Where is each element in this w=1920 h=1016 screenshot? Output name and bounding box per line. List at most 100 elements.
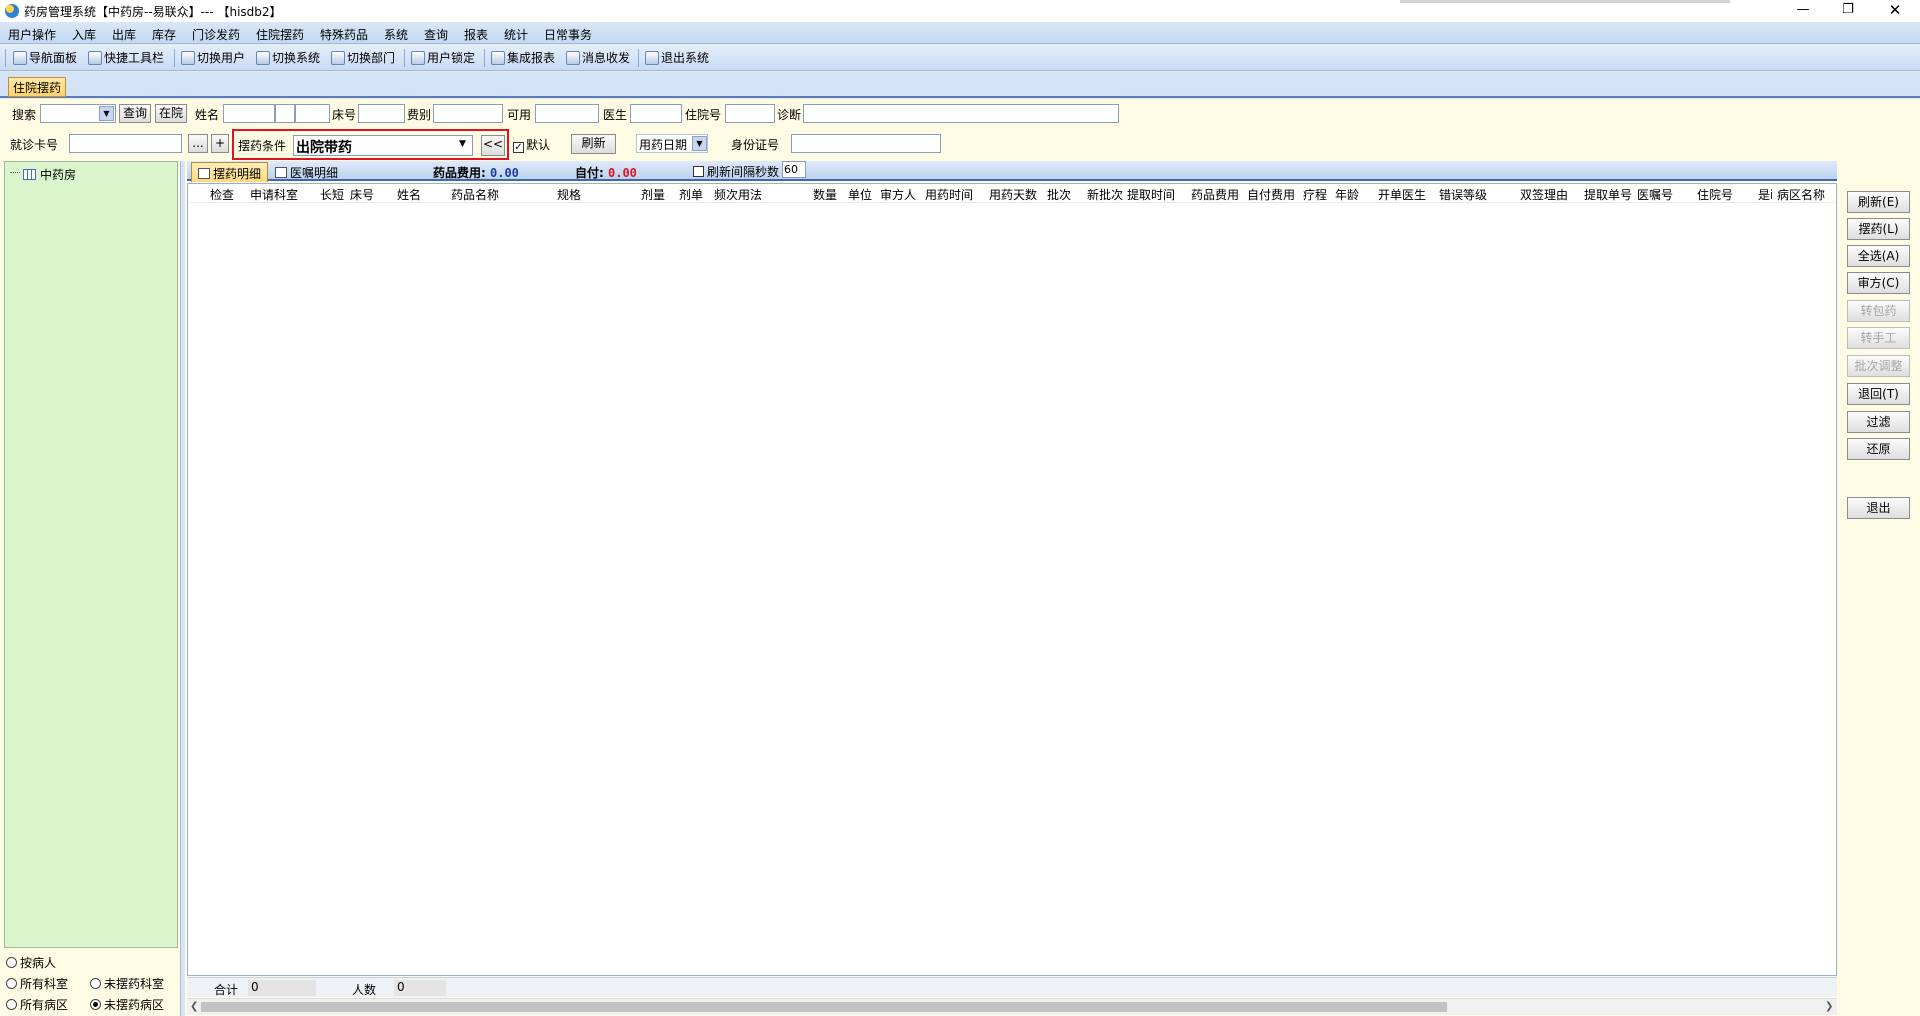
col-header[interactable]: 批次 bbox=[1047, 186, 1071, 203]
col-header[interactable]: 床号 bbox=[350, 186, 374, 203]
col-header[interactable]: 药品名称 bbox=[451, 186, 499, 203]
tab-dispense-detail[interactable]: 摆药明细 bbox=[191, 162, 269, 182]
scroll-right-icon[interactable]: ❯ bbox=[1825, 999, 1833, 1015]
scroll-left-icon[interactable]: ❮ bbox=[190, 999, 198, 1015]
col-header[interactable]: 自付费用 bbox=[1247, 186, 1295, 203]
dispense-button[interactable]: 摆药(L) bbox=[1847, 218, 1910, 240]
to-package-button[interactable]: 转包药 bbox=[1847, 300, 1910, 322]
radio-undispensed-wards[interactable]: 未摆药病区 bbox=[90, 996, 164, 1013]
select-all-button[interactable]: 全选(A) bbox=[1847, 245, 1910, 267]
col-header[interactable]: 审方人 bbox=[880, 186, 916, 203]
menu-reports[interactable]: 报表 bbox=[464, 26, 488, 43]
col-header[interactable]: 长短 bbox=[320, 186, 344, 203]
col-header[interactable]: 提取时间 bbox=[1127, 186, 1175, 203]
chevron-down-icon[interactable]: ▼ bbox=[455, 138, 470, 153]
restore-icon[interactable]: ❐ bbox=[1825, 0, 1871, 22]
batch-adjust-button[interactable]: 批次调整 bbox=[1847, 355, 1910, 377]
refresh-button[interactable]: 刷新(E) bbox=[1847, 191, 1910, 213]
col-header[interactable]: 规格 bbox=[557, 186, 581, 203]
toolbar-exit[interactable]: 退出系统 bbox=[645, 49, 709, 67]
tab-inpatient-dispense[interactable]: 住院摆药 bbox=[8, 77, 67, 97]
chevron-down-icon[interactable]: ▼ bbox=[692, 136, 707, 151]
name-field-2[interactable] bbox=[275, 104, 295, 123]
review-button[interactable]: 审方(C) bbox=[1847, 272, 1910, 294]
toolbar-integrated-report[interactable]: 集成报表 bbox=[491, 49, 555, 67]
horizontal-scrollbar[interactable]: ❮ ❯ bbox=[187, 998, 1837, 1015]
col-header[interactable]: 用药天数 bbox=[989, 186, 1037, 203]
tree-node-chinese-pharmacy[interactable]: 中药房 bbox=[23, 166, 76, 183]
collapse-button[interactable]: << bbox=[481, 135, 505, 156]
col-header[interactable]: 检查 bbox=[210, 186, 234, 203]
menu-user-ops[interactable]: 用户操作 bbox=[8, 26, 56, 43]
col-header[interactable]: 单位 bbox=[848, 186, 872, 203]
add-button[interactable]: + bbox=[211, 134, 229, 153]
col-header[interactable]: 医嘱号 bbox=[1637, 186, 1673, 203]
idcard-field[interactable] bbox=[791, 134, 941, 153]
col-header[interactable]: 数量 bbox=[813, 186, 837, 203]
menu-query[interactable]: 查询 bbox=[424, 26, 448, 43]
name-field-3[interactable] bbox=[295, 104, 330, 123]
diagnosis-field[interactable] bbox=[803, 104, 1119, 123]
available-field[interactable] bbox=[535, 104, 599, 123]
col-header[interactable]: 疗程 bbox=[1303, 186, 1327, 203]
radio-all-wards[interactable]: 所有病区 bbox=[6, 996, 68, 1013]
radio-by-patient[interactable]: 按病人 bbox=[6, 954, 56, 971]
default-checkbox[interactable]: ✓ 默认 bbox=[513, 136, 550, 153]
fee-type-field[interactable] bbox=[433, 104, 503, 123]
col-header[interactable]: 新批次 bbox=[1087, 186, 1123, 203]
menu-special-drugs[interactable]: 特殊药品 bbox=[320, 26, 368, 43]
toolbar-lock-user[interactable]: 用户锁定 bbox=[411, 49, 475, 67]
col-header[interactable]: 病区名称 bbox=[1777, 186, 1825, 203]
col-header[interactable]: 错误等级 bbox=[1439, 186, 1487, 203]
col-header[interactable]: 剂单 bbox=[679, 186, 703, 203]
condition-select[interactable]: 出院带药 ▼ bbox=[293, 135, 473, 156]
exit-button[interactable]: 退出 bbox=[1847, 497, 1910, 519]
auto-refresh-checkbox[interactable]: 刷新间隔秒数 bbox=[693, 163, 779, 180]
col-header[interactable]: 频次用法 bbox=[714, 186, 762, 203]
radio-all-depts[interactable]: 所有科室 bbox=[6, 975, 68, 992]
tab-order-detail[interactable]: 医嘱明细 bbox=[269, 162, 344, 182]
col-header[interactable]: 是i bbox=[1758, 186, 1772, 203]
return-button[interactable]: 退回(T) bbox=[1847, 383, 1910, 405]
col-header[interactable]: 住院号 bbox=[1697, 186, 1733, 203]
scrollbar-thumb[interactable] bbox=[201, 1002, 1447, 1012]
toolbar-quick-bar[interactable]: 快捷工具栏 bbox=[88, 49, 164, 67]
col-header[interactable]: 年龄 bbox=[1335, 186, 1359, 203]
col-header[interactable]: 开单医生 bbox=[1378, 186, 1426, 203]
col-header[interactable]: 提取单号 bbox=[1584, 186, 1632, 203]
col-header[interactable]: 双签理由 bbox=[1520, 186, 1568, 203]
menu-inpatient-dispense[interactable]: 住院摆药 bbox=[256, 26, 304, 43]
refresh-interval-field[interactable]: 60 bbox=[782, 161, 806, 178]
menu-stock-out[interactable]: 出库 bbox=[112, 26, 136, 43]
chevron-down-icon[interactable]: ▼ bbox=[99, 106, 114, 121]
radio-undispensed-depts[interactable]: 未摆药科室 bbox=[90, 975, 164, 992]
name-field[interactable] bbox=[223, 104, 275, 123]
refresh-small-button[interactable]: 刷新 bbox=[571, 134, 616, 154]
col-header[interactable]: 用药时间 bbox=[925, 186, 973, 203]
col-header[interactable]: 姓名 bbox=[397, 186, 421, 203]
menu-outpatient-dispense[interactable]: 门诊发药 bbox=[192, 26, 240, 43]
minimize-icon[interactable]: — bbox=[1780, 0, 1826, 22]
menu-inventory[interactable]: 库存 bbox=[152, 26, 176, 43]
col-header[interactable]: 药品费用 bbox=[1191, 186, 1239, 203]
toolbar-switch-dept[interactable]: 切换部门 bbox=[331, 49, 395, 67]
toolbar-switch-user[interactable]: 切换用户 bbox=[181, 49, 245, 67]
filter-button[interactable]: 过滤 bbox=[1847, 411, 1910, 433]
menu-statistics[interactable]: 统计 bbox=[504, 26, 528, 43]
card-number-field[interactable] bbox=[69, 134, 182, 153]
col-header[interactable]: 剂量 bbox=[641, 186, 665, 203]
toolbar-switch-system[interactable]: 切换系统 bbox=[256, 49, 320, 67]
menu-daily-affairs[interactable]: 日常事务 bbox=[544, 26, 592, 43]
menu-system[interactable]: 系统 bbox=[384, 26, 408, 43]
admission-field[interactable] bbox=[725, 104, 775, 123]
menu-stock-in[interactable]: 入库 bbox=[72, 26, 96, 43]
bed-field[interactable] bbox=[358, 104, 405, 123]
inhospital-button[interactable]: 在院 bbox=[155, 104, 187, 123]
to-manual-button[interactable]: 转手工 bbox=[1847, 327, 1910, 349]
query-button[interactable]: 查询 bbox=[119, 104, 151, 123]
doctor-field[interactable] bbox=[630, 104, 682, 123]
restore-button[interactable]: 还原 bbox=[1847, 438, 1910, 460]
close-icon[interactable]: ✕ bbox=[1872, 0, 1918, 22]
pane-splitter[interactable] bbox=[180, 161, 185, 1016]
ellipsis-button[interactable]: ... bbox=[188, 134, 208, 153]
